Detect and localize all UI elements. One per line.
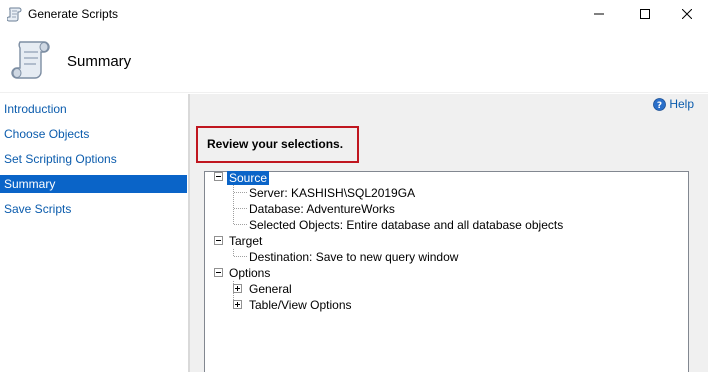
table-view-options-expand-toggle[interactable] (233, 300, 242, 309)
tree-node-source[interactable]: Source (227, 171, 270, 185)
options-collapse-toggle[interactable] (214, 268, 223, 277)
help-icon: ? (653, 97, 667, 111)
title-bar: Generate Scripts (0, 0, 708, 28)
sidebar-item-summary[interactable]: Summary (0, 175, 187, 193)
minimize-icon (594, 13, 604, 15)
page-title: Summary (67, 53, 132, 70)
wizard-sidebar: Introduction Choose Objects Set Scriptin… (0, 94, 188, 372)
close-button[interactable] (664, 0, 708, 28)
sidebar-item-set-scripting-options[interactable]: Set Scripting Options (0, 150, 187, 168)
window-title: Generate Scripts (28, 7, 119, 21)
maximize-button[interactable] (622, 0, 668, 28)
review-highlight-box: Review your selections. (196, 126, 359, 163)
tree-node-selected-objects[interactable]: Selected Objects: Entire database and al… (249, 218, 563, 232)
tree-node-options[interactable]: Options (229, 266, 270, 280)
app-scroll-icon (6, 6, 23, 22)
sidebar-item-choose-objects[interactable]: Choose Objects (0, 125, 187, 143)
tree-node-destination[interactable]: Destination: Save to new query window (249, 250, 458, 264)
tree-node-table-view-options[interactable]: Table/View Options (249, 298, 352, 312)
target-collapse-toggle[interactable] (214, 236, 223, 245)
review-heading: Review your selections. (207, 137, 344, 151)
summary-panel: ? Help Review your selections. Source Se… (190, 94, 708, 372)
maximize-icon (640, 9, 650, 19)
minimize-button[interactable] (576, 0, 622, 28)
tree-node-target[interactable]: Target (229, 234, 262, 248)
tree-node-database[interactable]: Database: AdventureWorks (249, 202, 395, 216)
general-expand-toggle[interactable] (233, 284, 242, 293)
sidebar-item-save-scripts[interactable]: Save Scripts (0, 200, 187, 218)
svg-text:?: ? (657, 101, 662, 111)
source-collapse-toggle[interactable] (214, 172, 223, 181)
tree-node-server[interactable]: Server: KASHISH\SQL2019GA (249, 186, 415, 200)
wizard-header: Summary (0, 28, 708, 93)
scroll-icon (10, 38, 52, 84)
help-link[interactable]: ? Help (653, 97, 694, 111)
tree-node-general[interactable]: General (249, 282, 292, 296)
close-icon (682, 9, 692, 19)
help-label: Help (669, 97, 694, 111)
summary-tree[interactable]: Source Server: KASHISH\SQL2019GA Databas… (204, 171, 689, 372)
sidebar-item-introduction[interactable]: Introduction (0, 100, 187, 118)
